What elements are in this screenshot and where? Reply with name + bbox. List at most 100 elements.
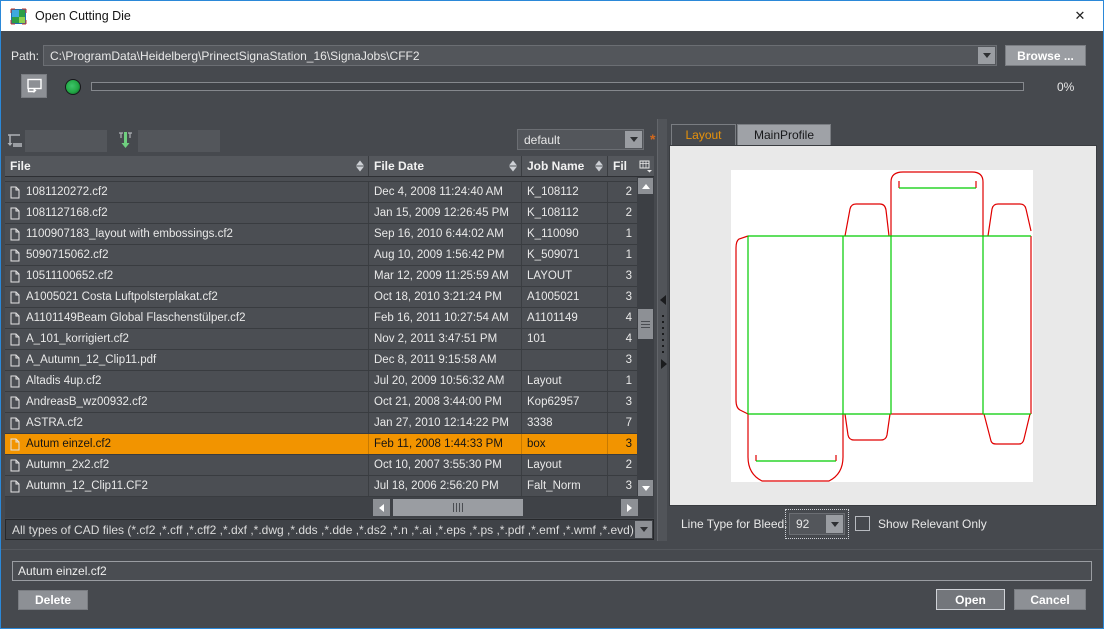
file-count: 1 — [608, 371, 637, 391]
table-row[interactable]: 1081120272.cf2 Dec 4, 2008 11:24:40 AM K… — [5, 182, 637, 203]
scroll-left-button[interactable] — [373, 499, 390, 516]
job-name: 3338 — [522, 413, 608, 433]
table-row[interactable]: 1100907183_layout with embossings.cf2 Se… — [5, 224, 637, 245]
delete-button[interactable]: Delete — [18, 590, 88, 610]
scroll-right-button[interactable] — [621, 499, 638, 516]
file-count: 2 — [608, 182, 637, 202]
file-table-header: File File Date Job Name Fil — [5, 156, 637, 177]
job-name: Kop62957 — [522, 392, 608, 412]
show-relevant-checkbox[interactable] — [855, 516, 870, 531]
table-row[interactable]: 1081127168.cf2 Jan 15, 2009 12:26:45 PM … — [5, 203, 637, 224]
collapse-left-icon[interactable] — [660, 295, 666, 305]
arrow-left-icon — [379, 504, 384, 512]
job-name: 101 — [522, 329, 608, 349]
file-date: Dec 4, 2008 11:24:40 AM — [369, 182, 522, 202]
file-icon — [10, 438, 20, 451]
table-row[interactable]: 10511100652.cf2 Mar 12, 2009 11:25:59 AM… — [5, 266, 637, 287]
preset-combobox[interactable]: default — [517, 129, 644, 150]
file-count: 4 — [608, 329, 637, 349]
table-row[interactable]: A_Autumn_12_Clip11.pdf Dec 8, 2011 9:15:… — [5, 350, 637, 371]
file-name: A1005021 Costa Luftpolsterplakat.cf2 — [26, 291, 218, 303]
table-horizontal-scrollbar[interactable] — [5, 497, 654, 518]
file-count: 2 — [608, 455, 637, 475]
file-name: A_101_korrigiert.cf2 — [26, 333, 129, 345]
file-count: 2 — [608, 203, 637, 223]
tab-mainprofile[interactable]: MainProfile — [737, 124, 831, 145]
refresh-view-button[interactable] — [21, 74, 47, 98]
app-icon — [10, 8, 27, 25]
preset-value: default — [524, 133, 560, 147]
horizontal-scrollbar-thumb[interactable] — [393, 499, 523, 516]
arrow-up-icon — [642, 184, 650, 189]
file-icon — [10, 207, 20, 220]
open-button[interactable]: Open — [936, 589, 1005, 610]
table-row[interactable]: Autumn_12_Clip11.CF2 Jul 18, 2006 2:56:2… — [5, 476, 637, 497]
column-header-job-name[interactable]: Job Name — [522, 156, 608, 176]
table-row[interactable]: 5090715062.cf2 Aug 10, 2009 1:56:42 PM K… — [5, 245, 637, 266]
file-date: Jan 15, 2009 12:26:45 PM — [369, 203, 522, 223]
scroll-up-button[interactable] — [638, 178, 653, 194]
file-table-body: 1081120272.cf2 Dec 4, 2008 11:24:40 AM K… — [5, 177, 637, 497]
cancel-button[interactable]: Cancel — [1014, 589, 1086, 610]
progress-bar — [91, 82, 1024, 91]
file-name: AndreasB_wz00932.cf2 — [26, 396, 147, 408]
table-row[interactable]: Autumn_2x2.cf2 Oct 10, 2007 3:55:30 PM L… — [5, 455, 637, 476]
title-bar: Open Cutting Die ✕ — [1, 1, 1103, 31]
column-header-file[interactable]: File — [5, 156, 369, 176]
file-date: Dec 8, 2011 9:15:58 AM — [369, 350, 522, 370]
preset-dropdown-button[interactable] — [625, 131, 642, 148]
cutting-die-drawing — [731, 170, 1033, 482]
column-header-file-date[interactable]: File Date — [369, 156, 522, 176]
scroll-down-button[interactable] — [638, 480, 653, 496]
bleed-line-type-combobox[interactable]: 92 — [789, 513, 845, 535]
panel-splitter[interactable] — [657, 119, 667, 541]
tab-layout[interactable]: Layout — [671, 124, 736, 145]
file-count: 3 — [608, 434, 637, 454]
close-button[interactable]: ✕ — [1057, 1, 1103, 31]
selected-filename-input[interactable] — [12, 561, 1092, 581]
file-count: 3 — [608, 266, 637, 286]
table-row[interactable]: Altadis 4up.cf2 Jul 20, 2009 10:56:32 AM… — [5, 371, 637, 392]
column-header-fil[interactable]: Fil — [608, 156, 637, 176]
splitter-grip — [662, 315, 664, 355]
show-relevant-label: Show Relevant Only — [878, 517, 987, 531]
file-icon — [10, 249, 20, 262]
file-type-combobox[interactable]: All types of CAD files (*.cf2 ,*.cff ,*.… — [5, 519, 654, 540]
file-name: 1081120272.cf2 — [26, 186, 108, 198]
path-dropdown-button[interactable] — [978, 47, 995, 64]
file-name: Autumn_12_Clip11.CF2 — [26, 480, 148, 492]
table-row[interactable]: AndreasB_wz00932.cf2 Oct 21, 2008 3:44:0… — [5, 392, 637, 413]
table-row[interactable]: Autum einzel.cf2 Feb 11, 2008 1:44:33 PM… — [5, 434, 637, 455]
path-combobox[interactable]: C:\ProgramData\Heidelberg\PrinectSignaSt… — [43, 45, 997, 66]
browse-button[interactable]: Browse ... — [1005, 45, 1086, 66]
collapse-right-icon[interactable] — [661, 359, 667, 369]
file-name: A1101149Beam Global Flaschenstülper.cf2 — [26, 312, 246, 324]
file-date: Oct 18, 2010 3:21:24 PM — [369, 287, 522, 307]
file-date: Mar 12, 2009 11:25:59 AM — [369, 266, 522, 286]
table-row[interactable]: ASTRA.cf2 Jan 27, 2010 12:14:22 PM 3338 … — [5, 413, 637, 434]
file-name: Altadis 4up.cf2 — [26, 375, 101, 387]
job-name: Layout — [522, 455, 608, 475]
vertical-scrollbar-thumb[interactable] — [638, 309, 653, 339]
job-name: Layout — [522, 371, 608, 391]
chevron-down-icon — [983, 53, 991, 58]
file-name: Autumn_2x2.cf2 — [26, 459, 109, 471]
file-icon — [10, 396, 20, 409]
column-chooser-button[interactable] — [637, 156, 654, 177]
file-count: 4 — [608, 308, 637, 328]
table-vertical-scrollbar[interactable] — [637, 177, 654, 497]
date-filter-input[interactable] — [138, 130, 220, 152]
file-type-dropdown-button[interactable] — [635, 521, 652, 538]
table-row[interactable]: A_101_korrigiert.cf2 Nov 2, 2011 3:47:51… — [5, 329, 637, 350]
file-date: Aug 10, 2009 1:56:42 PM — [369, 245, 522, 265]
file-icon — [10, 291, 20, 304]
file-table: File File Date Job Name Fil — [5, 156, 637, 497]
job-name: A1101149 — [522, 308, 608, 328]
file-count: 7 — [608, 413, 637, 433]
name-filter-input[interactable] — [25, 130, 107, 152]
table-row[interactable]: A1101149Beam Global Flaschenstülper.cf2 … — [5, 308, 637, 329]
job-name: K_108112 — [522, 182, 608, 202]
table-row[interactable]: A1005021 Costa Luftpolsterplakat.cf2 Oct… — [5, 287, 637, 308]
bleed-dropdown-button[interactable] — [826, 515, 843, 533]
file-icon — [10, 333, 20, 346]
